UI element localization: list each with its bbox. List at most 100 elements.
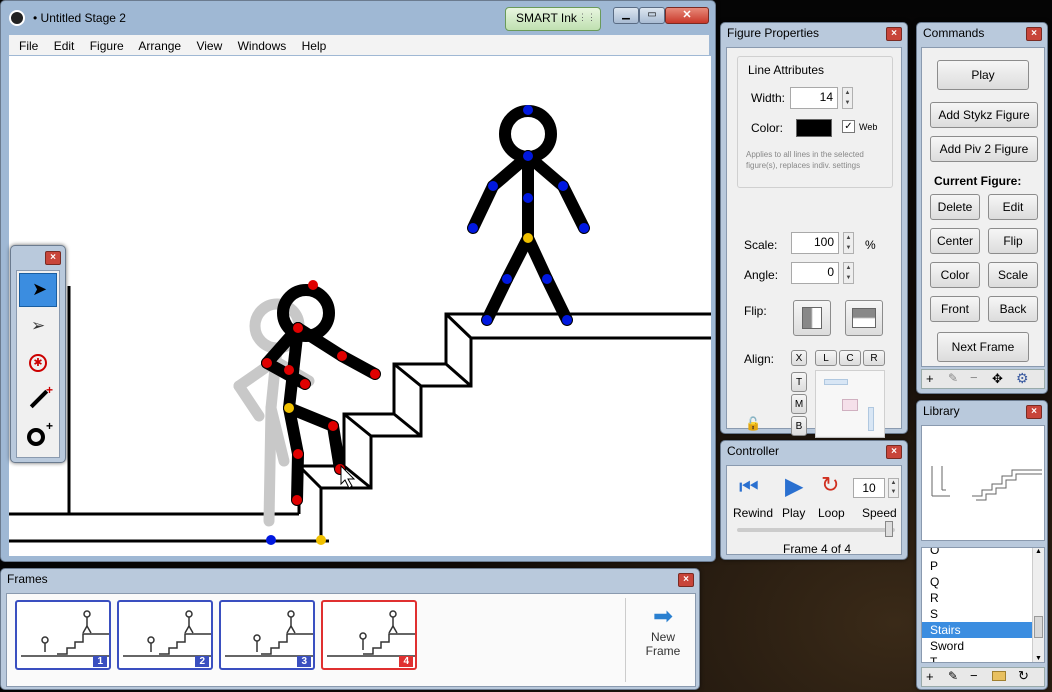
stage-canvas[interactable] <box>9 56 711 556</box>
speed-slider-thumb[interactable] <box>885 521 893 537</box>
smart-ink-button[interactable]: SMART Ink ⋮⋮ <box>505 7 601 31</box>
scale-unit: % <box>865 238 876 252</box>
library-scrollbar[interactable]: ▲ ▼ <box>1032 548 1044 662</box>
tools-panel: ➤ ➢ ✱ + + <box>16 270 60 458</box>
color-button[interactable]: Color <box>930 262 980 288</box>
plus-icon: + <box>46 383 54 397</box>
frames-close-button[interactable]: × <box>678 573 694 587</box>
tools-close-button[interactable]: × <box>45 251 61 265</box>
angle-spinner[interactable]: ▲ ▼ <box>843 262 854 284</box>
align-bottom-button[interactable]: B <box>791 416 807 436</box>
scale-spinner[interactable]: ▲ ▼ <box>843 232 854 254</box>
back-button[interactable]: Back <box>988 296 1038 322</box>
center-button[interactable]: Center <box>930 228 980 254</box>
width-label: Width: <box>751 91 786 105</box>
window-title: • Untitled Stage 2 <box>33 11 126 25</box>
web-checkbox[interactable]: ✓ <box>842 120 855 133</box>
scroll-down-icon[interactable]: ▼ <box>1035 655 1042 662</box>
frame-thumbnail-selected[interactable]: 4 <box>321 600 417 670</box>
add-stykz-figure-button[interactable]: Add Stykz Figure <box>930 102 1038 128</box>
scroll-thumb[interactable] <box>1034 616 1043 638</box>
align-top-button[interactable]: T <box>791 372 807 392</box>
selected-center-joint <box>284 403 294 413</box>
play-icon[interactable]: ▶ <box>785 472 803 501</box>
close-button[interactable]: ✕ <box>665 7 709 24</box>
menu-help[interactable]: Help <box>302 39 327 53</box>
move-icon[interactable]: ✥ <box>992 371 1003 387</box>
edit-button[interactable]: Edit <box>988 194 1038 220</box>
frame-thumbnail[interactable]: 3 <box>219 600 315 670</box>
library-toolbar: + ✎ − ↻ <box>921 667 1045 687</box>
direct-select-tool-button[interactable]: ➢ <box>19 311 57 345</box>
menu-arrange[interactable]: Arrange <box>138 39 181 53</box>
loop-icon[interactable]: ↻ <box>821 472 839 498</box>
add-circle-tool-button[interactable]: + <box>19 419 57 453</box>
flip-horizontal-icon <box>802 307 822 329</box>
lock-icon[interactable]: 🔓 <box>745 416 761 432</box>
next-frame-button[interactable]: Next Frame <box>937 332 1029 362</box>
controller-body: ⏮ Rewind ▶ Play ↻ Loop 10 ▲ ▼ Speed Frame… <box>726 465 902 556</box>
align-preview <box>815 370 885 438</box>
add-icon[interactable]: + <box>926 669 934 684</box>
frame-thumbnail[interactable]: 1 <box>15 600 111 670</box>
width-spinner[interactable]: ▲ ▼ <box>842 87 853 109</box>
align-x-button[interactable]: X <box>791 350 807 366</box>
flip-vertical-button[interactable] <box>845 300 883 336</box>
remove-icon[interactable]: − <box>970 370 978 385</box>
delete-button[interactable]: Delete <box>930 194 980 220</box>
minimize-button[interactable]: ▁ <box>613 7 639 24</box>
refresh-icon[interactable]: ↻ <box>1018 668 1029 684</box>
remove-icon[interactable]: − <box>970 668 978 683</box>
menu-windows[interactable]: Windows <box>238 39 287 53</box>
library-item[interactable]: Sword <box>922 638 1044 654</box>
menu-edit[interactable]: Edit <box>54 39 75 53</box>
menu-view[interactable]: View <box>196 39 222 53</box>
flip-vertical-icon <box>852 308 876 328</box>
speed-slider[interactable] <box>737 521 895 537</box>
scale-button[interactable]: Scale <box>988 262 1038 288</box>
pencil-icon[interactable]: ✎ <box>948 371 958 385</box>
flip-horizontal-button[interactable] <box>793 300 831 336</box>
flip-button[interactable]: Flip <box>988 228 1038 254</box>
library-item[interactable]: P <box>922 558 1044 574</box>
library-preview <box>921 425 1045 541</box>
angle-field[interactable]: 0 <box>791 262 839 284</box>
maximize-button[interactable]: ▭ <box>639 7 665 24</box>
figure-properties-close-button[interactable]: × <box>886 27 902 41</box>
align-left-button[interactable]: L <box>815 350 837 366</box>
speed-field[interactable]: 10 <box>853 478 885 498</box>
scale-field[interactable]: 100 <box>791 232 839 254</box>
pencil-icon[interactable]: ✎ <box>948 669 958 683</box>
library-item[interactable]: T <box>922 654 1044 662</box>
play-button[interactable]: Play <box>937 60 1029 90</box>
commands-close-button[interactable]: × <box>1026 27 1042 41</box>
speed-spinner[interactable]: ▲ ▼ <box>888 478 899 498</box>
menu-figure[interactable]: Figure <box>90 39 124 53</box>
frame-thumbnail[interactable]: 2 <box>117 600 213 670</box>
controller-close-button[interactable]: × <box>886 445 902 459</box>
front-button[interactable]: Front <box>930 296 980 322</box>
library-item[interactable]: R <box>922 590 1044 606</box>
align-center-button[interactable]: C <box>839 350 861 366</box>
gear-icon[interactable]: ⚙ <box>1016 370 1029 387</box>
add-icon[interactable]: + <box>926 371 934 386</box>
rewind-icon[interactable]: ⏮ <box>739 474 759 500</box>
width-field[interactable]: 14 <box>790 87 838 109</box>
scroll-up-icon[interactable]: ▲ <box>1035 548 1042 555</box>
new-frame-button[interactable]: ➡ New Frame <box>635 604 691 674</box>
new-frame-label-line1: New <box>650 630 675 644</box>
add-line-tool-button[interactable]: + <box>19 383 57 417</box>
color-swatch[interactable] <box>796 119 832 137</box>
library-item[interactable]: S <box>922 606 1044 622</box>
center-joint-tool-button[interactable]: ✱ <box>19 347 57 381</box>
library-item-selected[interactable]: Stairs <box>922 622 1044 638</box>
library-close-button[interactable]: × <box>1026 405 1042 419</box>
align-middle-button[interactable]: M <box>791 394 807 414</box>
add-piv-figure-button[interactable]: Add Piv 2 Figure <box>930 136 1038 162</box>
select-tool-button[interactable]: ➤ <box>19 273 57 307</box>
library-item[interactable]: Q <box>922 574 1044 590</box>
align-right-button[interactable]: R <box>863 350 885 366</box>
menu-file[interactable]: File <box>19 39 38 53</box>
library-item[interactable]: O <box>922 548 1044 558</box>
folder-icon[interactable] <box>992 671 1006 681</box>
